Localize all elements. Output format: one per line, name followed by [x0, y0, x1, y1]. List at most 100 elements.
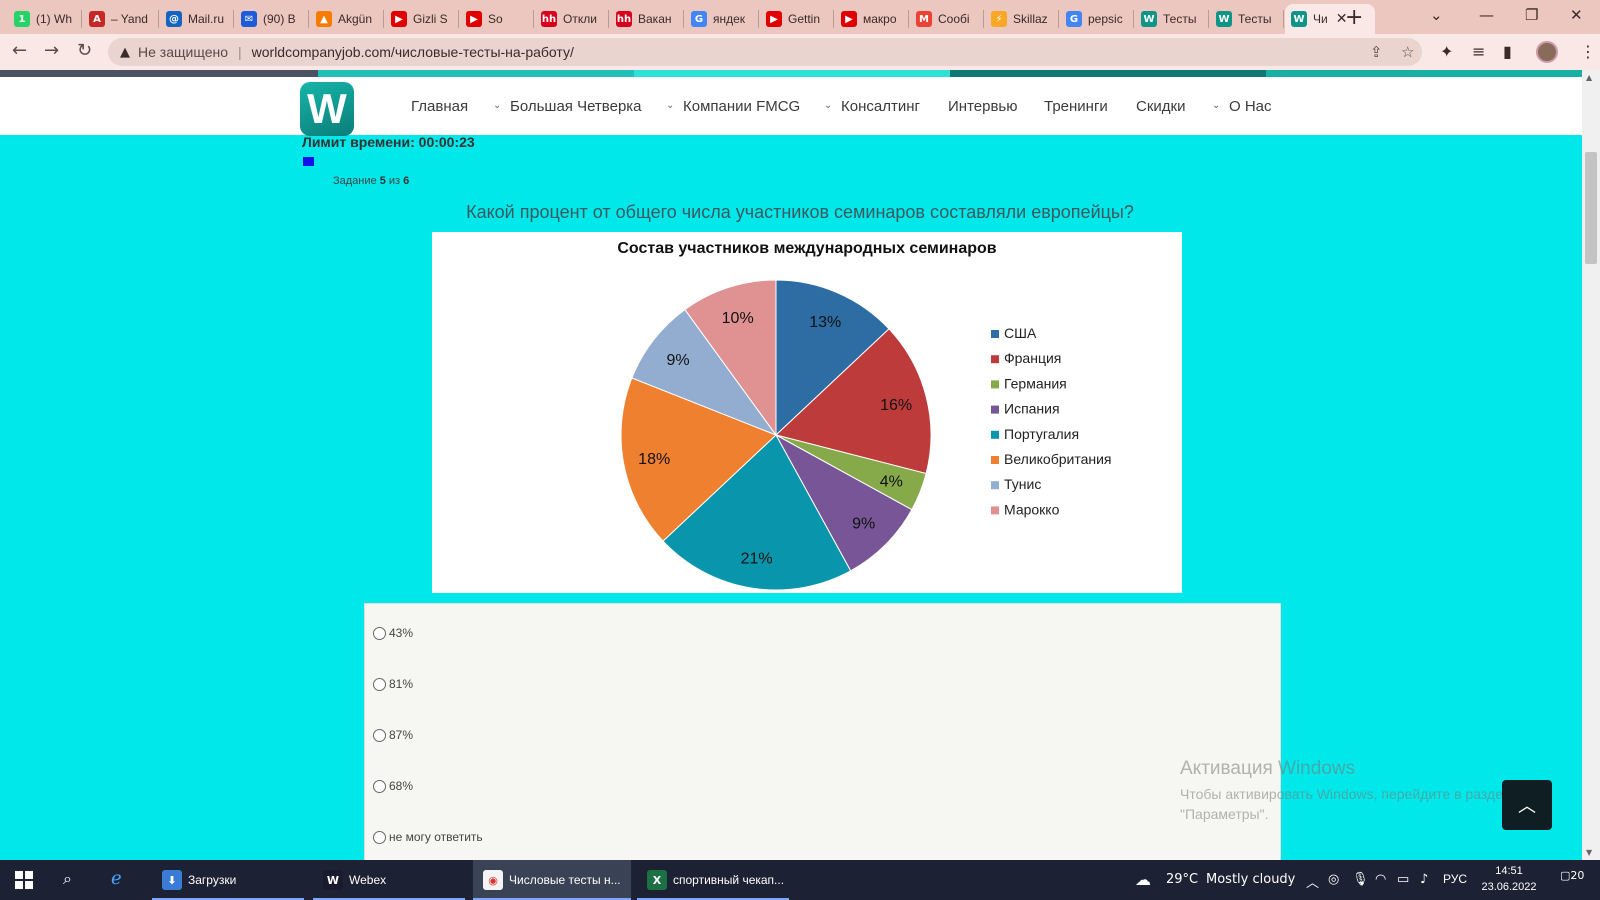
- answer-option[interactable]: 87%: [373, 728, 413, 742]
- browser-menu-icon[interactable]: ⋮: [1580, 42, 1596, 61]
- address-bar[interactable]: ▲ Не защищено | worldcompanyjob.com/числ…: [108, 38, 1422, 66]
- browser-tab[interactable]: W Тесты: [1135, 4, 1207, 34]
- answer-label: 68%: [389, 779, 414, 793]
- browser-tab[interactable]: W Тесты: [1210, 4, 1282, 34]
- tab-title: Gizli S: [413, 12, 448, 26]
- browser-tab[interactable]: ✉ (90) B: [235, 4, 307, 34]
- back-icon[interactable]: ←: [12, 40, 27, 61]
- taskbar-app-icon: W: [323, 870, 343, 890]
- minimize-button[interactable]: —: [1479, 6, 1494, 24]
- tab-title: (90) B: [263, 12, 296, 26]
- tab-favicon-icon: hh: [541, 11, 557, 27]
- tab-search-icon[interactable]: ⌄: [1430, 6, 1443, 24]
- meet-now-icon[interactable]: ◎: [1328, 872, 1339, 887]
- nav-dropdown-caret-icon[interactable]: ⌄: [1212, 100, 1220, 111]
- tab-title: Сообі: [938, 12, 970, 26]
- nav-item[interactable]: Тренинги: [1044, 98, 1108, 115]
- taskbar-app[interactable]: W Webex: [313, 860, 465, 900]
- browser-tab[interactable]: Gpepsic: [1060, 4, 1132, 34]
- tab-favicon-icon: @: [166, 11, 182, 27]
- tab-favicon-icon: M: [916, 11, 932, 27]
- tab-title: яндек: [713, 12, 746, 26]
- browser-tab[interactable]: ▶ So: [460, 4, 532, 34]
- browser-tab[interactable]: M Сообі: [910, 4, 982, 34]
- url-text[interactable]: worldcompanyjob.com/числовые-тесты-на-ра…: [252, 44, 574, 60]
- tab-favicon-icon: G: [1066, 11, 1082, 27]
- media-control-icon[interactable]: ≡: [1472, 42, 1485, 61]
- scroll-to-top-button[interactable]: ︿: [1502, 780, 1552, 830]
- close-window-button[interactable]: ✕: [1570, 6, 1583, 24]
- pie-slice-label: 4%: [880, 474, 903, 491]
- browser-tab[interactable]: ▶ Gettin: [760, 4, 832, 34]
- windows-start-icon[interactable]: [15, 871, 33, 889]
- extensions-icon[interactable]: ✦: [1440, 42, 1453, 61]
- reload-icon[interactable]: ↻: [77, 40, 92, 61]
- bookmark-star-icon[interactable]: ☆: [1401, 43, 1414, 61]
- nav-dropdown-caret-icon[interactable]: ⌄: [493, 100, 501, 111]
- nav-item[interactable]: Интервью: [948, 98, 1018, 115]
- taskbar-app[interactable]: ◉ Числовые тесты н...: [473, 860, 631, 900]
- nav-item[interactable]: Большая Четверка: [510, 98, 642, 115]
- weather-temp[interactable]: 29°C: [1166, 872, 1198, 887]
- microphone-icon[interactable]: 🎙: [1352, 872, 1369, 887]
- browser-tab[interactable]: ▶ макро: [835, 4, 907, 34]
- tray-chevron-icon[interactable]: ︿: [1306, 872, 1319, 891]
- restore-button[interactable]: ❐: [1525, 6, 1538, 24]
- task-of: из: [388, 175, 401, 187]
- browser-tab[interactable]: hh Вакан: [610, 4, 682, 34]
- task-total: 6: [403, 175, 410, 187]
- browser-tab[interactable]: ⚡ Skillaz: [985, 4, 1057, 34]
- battery-icon[interactable]: ▭: [1397, 872, 1409, 887]
- tab-separator: [758, 10, 759, 28]
- nav-item[interactable]: О Нас: [1229, 98, 1272, 115]
- search-icon[interactable]: ⌕: [63, 869, 72, 889]
- site-logo[interactable]: W: [300, 82, 354, 136]
- nav-dropdown-caret-icon[interactable]: ⌄: [666, 100, 674, 111]
- new-tab-button[interactable]: +: [1345, 5, 1363, 30]
- tab-title: Gettin: [788, 12, 821, 26]
- wifi-icon[interactable]: ◠: [1375, 872, 1386, 887]
- answer-option[interactable]: 68%: [373, 779, 413, 793]
- share-icon[interactable]: ⇪: [1370, 43, 1383, 61]
- language-indicator[interactable]: РУС: [1443, 872, 1467, 886]
- answer-radio[interactable]: [373, 626, 386, 640]
- nav-item[interactable]: Скидки: [1136, 98, 1185, 115]
- scroll-down-arrow[interactable]: ▼: [1586, 848, 1592, 857]
- weather-icon[interactable]: ☁: [1135, 870, 1151, 889]
- scrollbar-thumb[interactable]: [1585, 152, 1597, 264]
- clock[interactable]: 14:51 23.06.2022: [1474, 863, 1544, 895]
- tab-title: (1) Wh: [36, 12, 72, 26]
- browser-tab[interactable]: Gяндек: [685, 4, 757, 34]
- notifications-icon[interactable]: ▢20: [1560, 869, 1584, 882]
- side-panel-icon[interactable]: ▮: [1503, 42, 1512, 61]
- internet-explorer-icon[interactable]: ℯ: [111, 868, 122, 889]
- browser-tab[interactable]: A – Yand: [83, 4, 157, 34]
- browser-tab[interactable]: hh Откли: [535, 4, 607, 34]
- taskbar-app[interactable]: Xспортивный чекап...: [637, 860, 789, 900]
- tab-favicon-icon: ⚡: [991, 11, 1007, 27]
- legend-label: Германия: [1004, 375, 1067, 391]
- browser-tab[interactable]: 1 (1) Wh: [8, 4, 80, 34]
- nav-dropdown-caret-icon[interactable]: ⌄: [824, 100, 832, 111]
- browser-tab[interactable]: @ Mail.ru: [160, 4, 232, 34]
- profile-avatar[interactable]: [1536, 41, 1558, 63]
- answer-option[interactable]: не могу ответить: [373, 830, 483, 844]
- answer-option[interactable]: 81%: [373, 677, 413, 691]
- nav-item[interactable]: Компании FMCG: [683, 98, 800, 115]
- answer-option[interactable]: 43%: [373, 626, 413, 640]
- nav-item[interactable]: Главная: [411, 98, 468, 115]
- scroll-up-arrow[interactable]: ▲: [1586, 73, 1592, 82]
- browser-tab[interactable]: ▶ Gizli S: [385, 4, 457, 34]
- tab-separator: [1208, 10, 1209, 28]
- browser-tab[interactable]: ▲ Akgün: [310, 4, 382, 34]
- forward-icon[interactable]: →: [44, 40, 59, 61]
- answer-radio[interactable]: [373, 779, 386, 793]
- weather-text[interactable]: Mostly cloudy: [1206, 872, 1295, 887]
- nav-item[interactable]: Консалтинг: [841, 98, 920, 115]
- answer-radio[interactable]: [373, 677, 386, 691]
- answer-radio[interactable]: [373, 830, 386, 844]
- volume-icon[interactable]: ♪: [1420, 872, 1428, 887]
- taskbar-app[interactable]: ⬇ Загрузки: [152, 860, 304, 900]
- answer-radio[interactable]: [373, 728, 386, 742]
- time-progress-bar: [303, 157, 385, 166]
